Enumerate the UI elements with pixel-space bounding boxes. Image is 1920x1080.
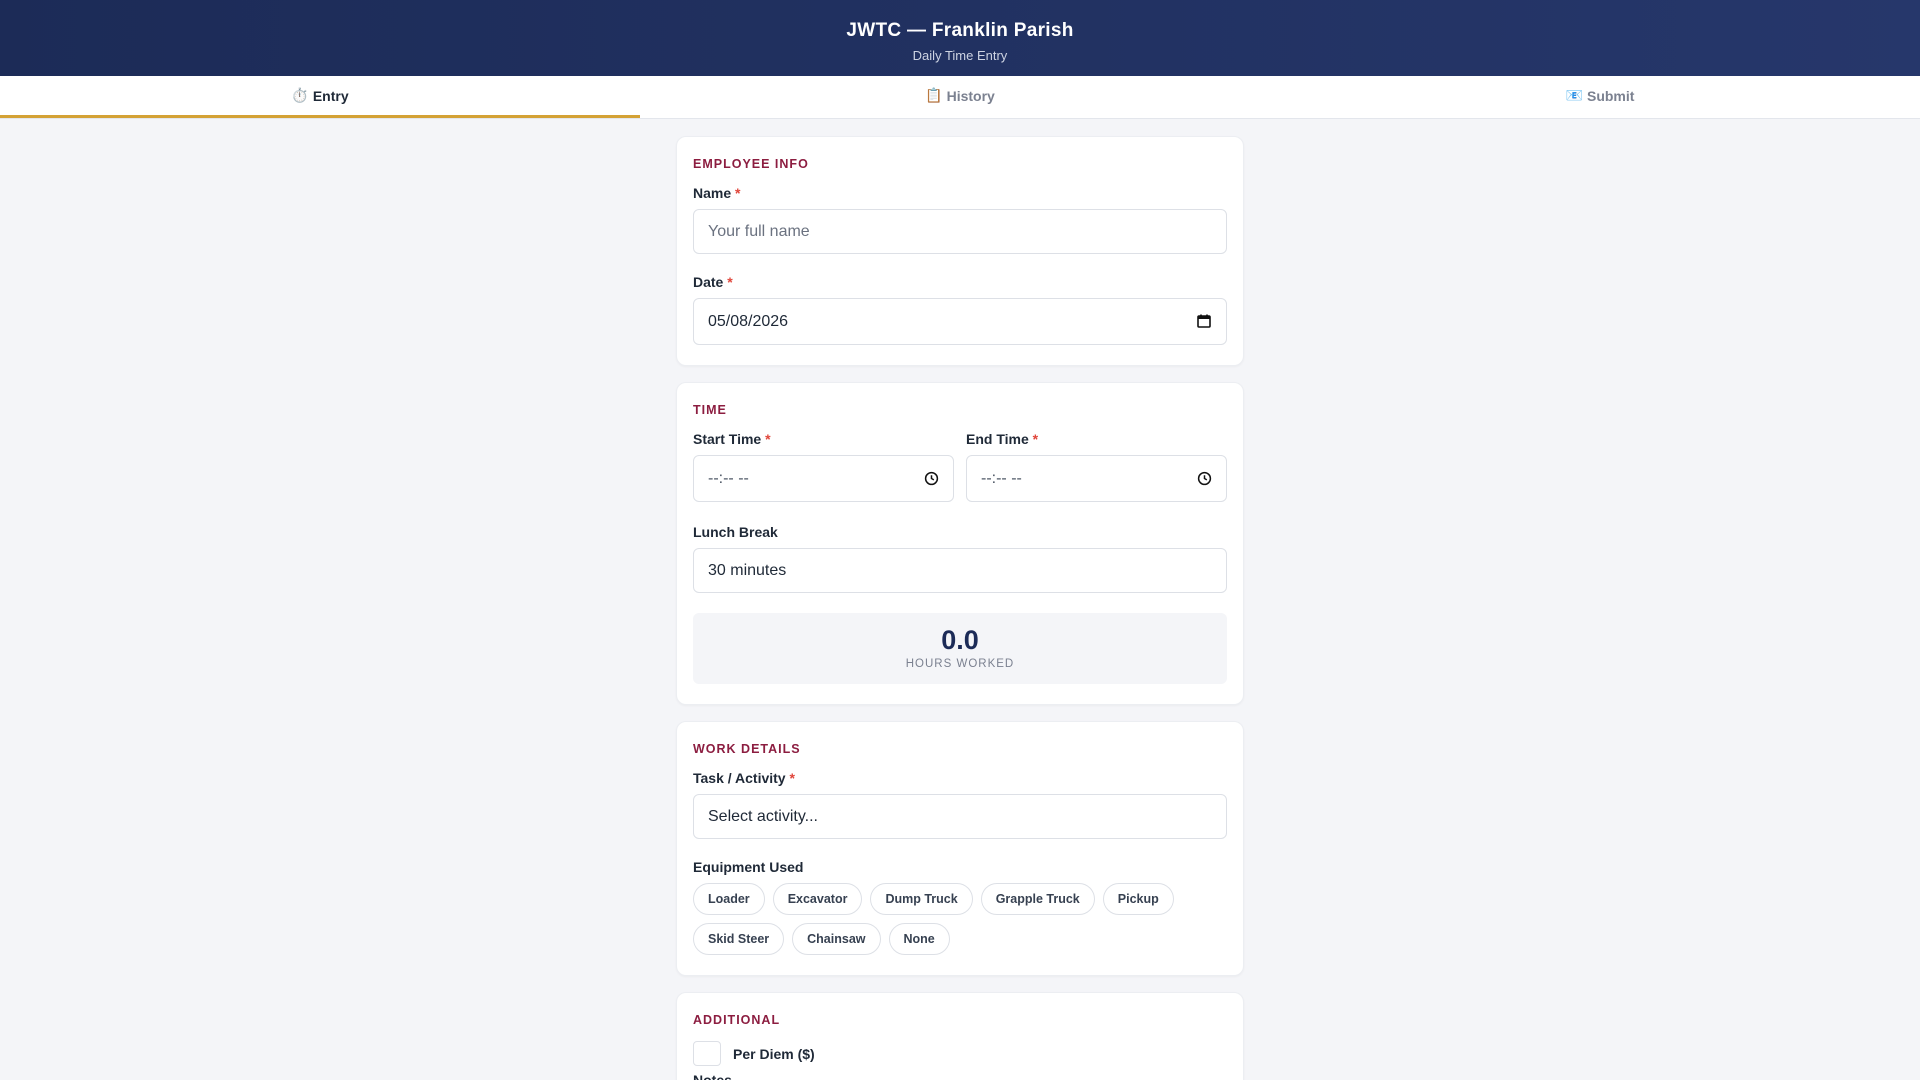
time-title: TIME: [693, 403, 727, 417]
required-mark: *: [735, 185, 741, 201]
start-time-label-text: Start Time: [693, 431, 762, 447]
start-time-value: --:-- --: [708, 469, 749, 487]
per-diem-checkbox[interactable]: [693, 1041, 721, 1066]
equipment-chip[interactable]: Chainsaw: [792, 923, 881, 955]
work-details-title: WORK DETAILS: [693, 742, 801, 756]
time-row: Start Time * --:-- -- End Time * --:-- -…: [693, 431, 1227, 522]
app-title: JWTC — Franklin Parish: [846, 20, 1074, 41]
name-placeholder: Your full name: [708, 222, 810, 240]
app-header: JWTC — Franklin Parish Daily Time Entry: [0, 0, 1920, 76]
stopwatch-icon: ⏱️: [291, 87, 309, 103]
end-time-label: End Time *: [966, 431, 1227, 447]
notes-label: Notes: [693, 1072, 732, 1080]
per-diem-row: Per Diem ($): [693, 1041, 1227, 1066]
end-time-value: --:-- --: [981, 469, 1022, 487]
name-label: Name *: [693, 185, 1227, 201]
date-label: Date *: [693, 274, 1227, 290]
tab-submit-label: Submit: [1586, 87, 1635, 104]
start-time-input[interactable]: --:-- --: [693, 455, 954, 502]
employee-info-title: EMPLOYEE INFO: [693, 157, 809, 171]
main-content: EMPLOYEE INFO Name * Your full name Date…: [676, 119, 1244, 1080]
required-mark: *: [789, 770, 795, 786]
work-details-card: WORK DETAILS Task / Activity * Select ac…: [676, 721, 1244, 976]
equipment-chip[interactable]: Excavator: [772, 883, 863, 915]
hours-worked-display: 0.0 HOURS WORKED: [693, 613, 1227, 684]
additional-card: ADDITIONAL Per Diem ($) Notes: [676, 992, 1244, 1080]
time-card: TIME Start Time * --:-- -- End Time * --…: [676, 382, 1244, 705]
task-label-text: Task / Activity: [693, 770, 786, 786]
equipment-chip[interactable]: Dump Truck: [870, 883, 973, 915]
hours-worked-value: 0.0: [941, 625, 979, 655]
required-mark: *: [727, 274, 733, 290]
calendar-icon[interactable]: [1196, 313, 1212, 331]
clock-icon[interactable]: [924, 470, 939, 488]
date-value: 05/08/2026: [708, 312, 789, 330]
equipment-chip[interactable]: Pickup: [1102, 883, 1174, 915]
end-time-input[interactable]: --:-- --: [966, 455, 1227, 502]
required-mark: *: [1032, 431, 1039, 447]
date-label-text: Date: [693, 274, 724, 290]
task-select[interactable]: Select activity...: [693, 794, 1227, 839]
date-field-group: Date * 05/08/2026: [693, 274, 1227, 345]
name-label-text: Name: [693, 185, 732, 201]
per-diem-label: Per Diem ($): [733, 1045, 815, 1062]
app-subtitle: Daily Time Entry: [912, 48, 1008, 63]
equipment-chips: Loader Excavator Dump Truck Grapple Truc…: [693, 883, 1227, 955]
task-label: Task / Activity *: [693, 770, 1227, 786]
equipment-chip[interactable]: Skid Steer: [693, 923, 785, 955]
end-time-group: End Time * --:-- --: [966, 431, 1227, 522]
lunch-break-label: Lunch Break: [693, 524, 778, 540]
lunch-break-select[interactable]: 30 minutes: [693, 548, 1227, 593]
clipboard-icon: 📋: [925, 87, 943, 103]
additional-title: ADDITIONAL: [693, 1013, 781, 1027]
email-icon: 📧: [1565, 87, 1583, 103]
start-time-label: Start Time *: [693, 431, 954, 447]
required-mark: *: [765, 431, 771, 447]
hours-worked-label: HOURS WORKED: [905, 658, 1015, 670]
employee-info-card: EMPLOYEE INFO Name * Your full name Date…: [676, 136, 1244, 366]
end-time-label-text: End Time: [966, 431, 1029, 447]
start-time-group: Start Time * --:-- --: [693, 431, 954, 502]
tab-history[interactable]: 📋 History: [640, 76, 1280, 118]
tab-entry-label: Entry: [312, 87, 349, 104]
tab-bar: ⏱️ Entry 📋 History 📧 Submit: [0, 76, 1920, 119]
clock-icon[interactable]: [1197, 470, 1212, 488]
equipment-label: Equipment Used: [693, 859, 804, 875]
name-field-group: Name * Your full name: [693, 185, 1227, 254]
name-input[interactable]: Your full name: [693, 209, 1227, 254]
tab-history-label: History: [946, 87, 995, 104]
equipment-chip[interactable]: Loader: [693, 883, 765, 915]
tab-entry[interactable]: ⏱️ Entry: [0, 76, 640, 118]
task-value: Select activity...: [708, 807, 818, 825]
lunch-break-group: Lunch Break 30 minutes: [693, 524, 1227, 593]
equipment-chip[interactable]: Grapple Truck: [980, 883, 1095, 915]
date-input[interactable]: 05/08/2026: [693, 298, 1227, 345]
equipment-chip[interactable]: None: [888, 923, 950, 955]
equipment-group: Equipment Used Loader Excavator Dump Tru…: [693, 859, 1227, 955]
task-field-group: Task / Activity * Select activity...: [693, 770, 1227, 839]
lunch-break-value: 30 minutes: [708, 561, 787, 579]
tab-submit[interactable]: 📧 Submit: [1280, 76, 1920, 118]
